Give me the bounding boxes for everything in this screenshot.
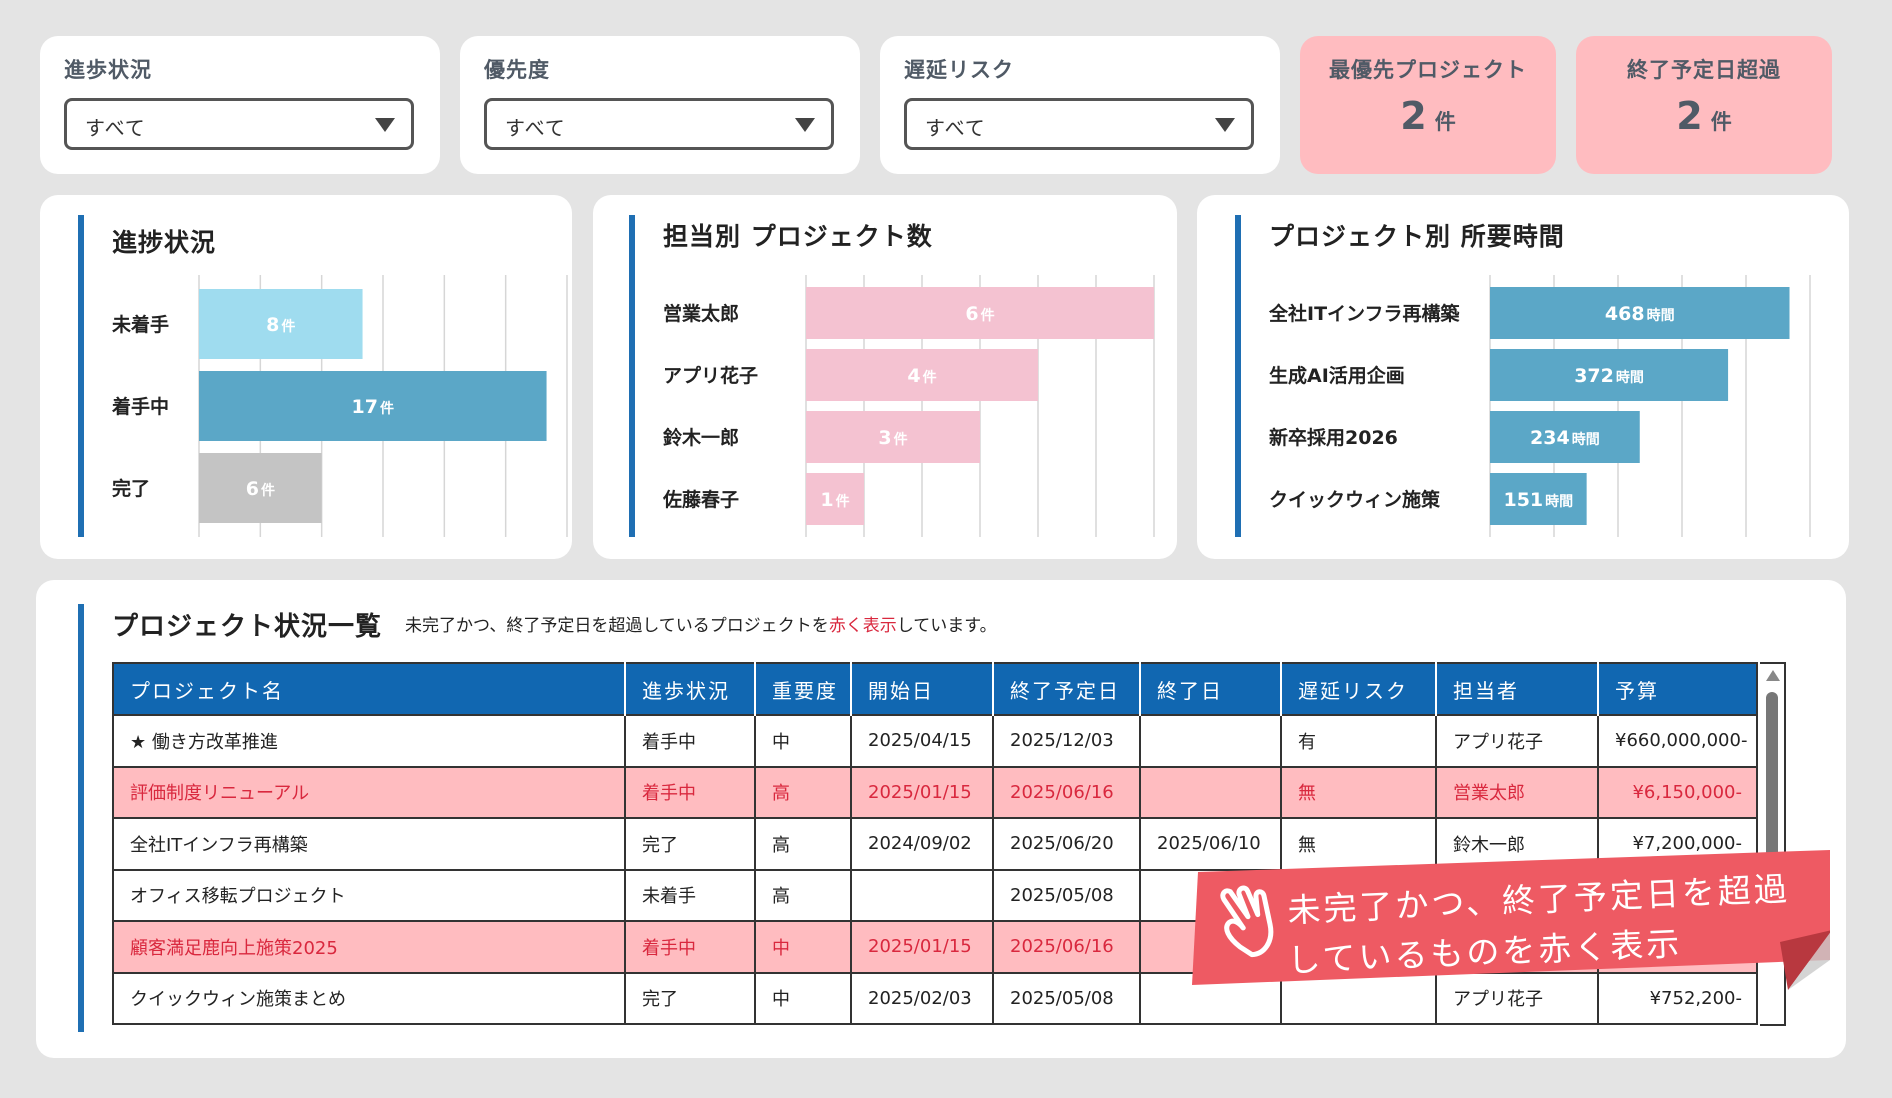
table-cell — [1140, 765, 1282, 818]
table-cell: 2025/04/15 — [851, 714, 994, 767]
table-cell: 着手中 — [625, 765, 756, 818]
table-row[interactable]: 評価制度リニューアル 着手中高 2025/01/15 2025/06/16 無営業太郎 ¥… — [113, 765, 1758, 818]
table-cell: 評価制度リニューアル — [113, 765, 626, 818]
callout-shape: 未完了かつ、終了予定日を超過 しているものを赤く表示 — [1192, 850, 1832, 990]
table-cell: 中 — [755, 971, 852, 1024]
status-chart: 未着手 8 件着手中 17 件完了 6 件 — [111, 275, 568, 537]
table-cell: 2024/09/02 — [851, 817, 994, 870]
table-cell: 高 — [755, 868, 852, 921]
category-label: 未着手 — [111, 313, 169, 336]
table-cell: 高 — [755, 817, 852, 870]
table-cell: 営業太郎 — [1436, 765, 1599, 818]
table-cell: 2025/06/20 — [993, 817, 1141, 870]
column-header[interactable]: 遅延リスク — [1281, 663, 1437, 715]
priority-select-value: すべて — [505, 116, 566, 140]
chevron-down-icon — [375, 118, 395, 132]
table-cell: 完了 — [625, 971, 756, 1024]
delay-risk-select-value: すべて — [925, 116, 986, 140]
table-row[interactable]: ★ 働き方改革推進 着手中中 2025/04/15 2025/12/03 有アプリ花子 ¥… — [113, 714, 1758, 767]
table-header-row: プロジェクト名 進歩状況 重要度 開始日 終了予定日 終了日 遅延リスク 担当者 予算 — [113, 663, 1757, 715]
table-cell: 高 — [755, 765, 852, 818]
table-cell: 有 — [1281, 714, 1437, 767]
chevron-down-icon — [795, 118, 815, 132]
accent-bar — [78, 604, 84, 1032]
kpi-overdue-label: 終了予定日超過 — [1627, 58, 1781, 82]
table-cell: 2025/02/03 — [851, 971, 994, 1024]
column-header[interactable]: 進歩状況 — [625, 663, 756, 715]
scroll-up-icon[interactable] — [1766, 670, 1780, 681]
column-header[interactable]: 担当者 — [1436, 663, 1599, 715]
callout-banner: 未完了かつ、終了予定日を超過 しているものを赤く表示 — [1160, 850, 1832, 995]
table-cell: 2025/06/16 — [993, 765, 1141, 818]
status-select-value: すべて — [85, 116, 146, 140]
kpi-overdue: 終了予定日超過 2件 — [1576, 36, 1832, 174]
delay-risk-select[interactable]: すべて — [904, 98, 1254, 150]
table-cell: ¥660,000,000- — [1598, 714, 1758, 767]
status-chart-card: 進捗状況 未着手 8 件着手中 17 件完了 6 件 — [40, 195, 572, 559]
table-cell: 2025/05/08 — [993, 868, 1141, 921]
table-note-highlight: 赤く表示 — [828, 616, 897, 636]
category-label: 佐藤春子 — [662, 488, 739, 511]
kpi-top-priority-value: 2件 — [1400, 94, 1456, 138]
column-header[interactable]: 終了予定日 — [993, 663, 1141, 715]
table-cell: アプリ花子 — [1436, 714, 1599, 767]
filter-label-status: 進歩状況 — [64, 58, 152, 82]
table-cell: 中 — [755, 920, 852, 973]
table-cell: 2025/05/08 — [993, 971, 1141, 1024]
kpi-top-priority-label: 最優先プロジェクト — [1329, 58, 1527, 82]
kpi-top-priority: 最優先プロジェクト 2件 — [1300, 36, 1556, 174]
filter-label-priority: 優先度 — [484, 58, 550, 82]
table-cell: 顧客満足鹿向上施策2025 — [113, 920, 626, 973]
category-label: 営業太郎 — [663, 302, 739, 325]
column-header[interactable]: 重要度 — [755, 663, 852, 715]
table-cell: 中 — [755, 714, 852, 767]
filter-card-status: 進歩状況 すべて — [40, 36, 440, 174]
table-cell: 2025/01/15 — [851, 765, 994, 818]
table-title: プロジェクト状況一覧 — [112, 612, 383, 642]
category-label: 完了 — [112, 477, 150, 500]
hours-chart-card: プロジェクト別 所要時間 全社ITインフラ再構築 468 時間 生成AI活用企画 372… — [1197, 195, 1849, 559]
table-cell: クイックウィン施策まとめ — [113, 971, 626, 1024]
table-cell: ★ 働き方改革推進 — [113, 714, 626, 767]
owner-chart-card: 担当別 プロジェクト数 営業太郎 6 件アプリ花子 4 件鈴木一郎 3 件佐藤春子 1 件 — [593, 195, 1177, 559]
table-cell: 未着手 — [625, 868, 756, 921]
category-label: 着手中 — [112, 395, 169, 418]
table-cell: 完了 — [625, 817, 756, 870]
filter-label-delay-risk: 遅延リスク — [904, 58, 1014, 82]
column-header[interactable]: 開始日 — [851, 663, 994, 715]
table-cell: 全社ITインフラ再構築 — [113, 817, 626, 870]
table-cell — [1140, 714, 1282, 767]
category-label: 生成AI活用企画 — [1269, 364, 1405, 387]
owner-chart: 営業太郎 6 件アプリ花子 4 件鈴木一郎 3 件佐藤春子 1 件 — [662, 275, 1155, 537]
kpi-overdue-value: 2件 — [1676, 94, 1732, 138]
table-cell: オフィス移転プロジェクト — [113, 868, 626, 921]
table-cell: 2025/06/16 — [993, 920, 1141, 973]
priority-select[interactable]: すべて — [484, 98, 834, 150]
table-cell: 2025/12/03 — [993, 714, 1141, 767]
filter-card-priority: 優先度 すべて — [460, 36, 860, 174]
table-cell: ¥6,150,000- — [1598, 765, 1758, 818]
table-cell: 2025/01/15 — [851, 920, 994, 973]
category-label: 全社ITインフラ再構築 — [1268, 302, 1460, 325]
category-label: クイックウィン施策 — [1269, 488, 1441, 511]
filter-card-delay-risk: 遅延リスク すべて — [880, 36, 1280, 174]
category-label: 鈴木一郎 — [663, 426, 739, 449]
table-note: 未完了かつ、終了予定日を超過しているプロジェクトを赤く表示しています。 — [405, 616, 997, 636]
table-cell: 無 — [1281, 765, 1437, 818]
hours-chart: 全社ITインフラ再構築 468 時間生成AI活用企画 372 時間新卒採用2026 234… — [1268, 275, 1811, 537]
category-label: アプリ花子 — [663, 364, 758, 387]
column-header[interactable]: プロジェクト名 — [113, 663, 626, 715]
category-label: 新卒採用2026 — [1269, 426, 1398, 449]
chevron-down-icon — [1215, 118, 1235, 132]
status-select[interactable]: すべて — [64, 98, 414, 150]
column-header[interactable]: 予算 — [1598, 663, 1757, 715]
table-cell: 着手中 — [625, 714, 756, 767]
column-header[interactable]: 終了日 — [1140, 663, 1282, 715]
table-cell — [851, 868, 994, 921]
table-cell: 着手中 — [625, 920, 756, 973]
